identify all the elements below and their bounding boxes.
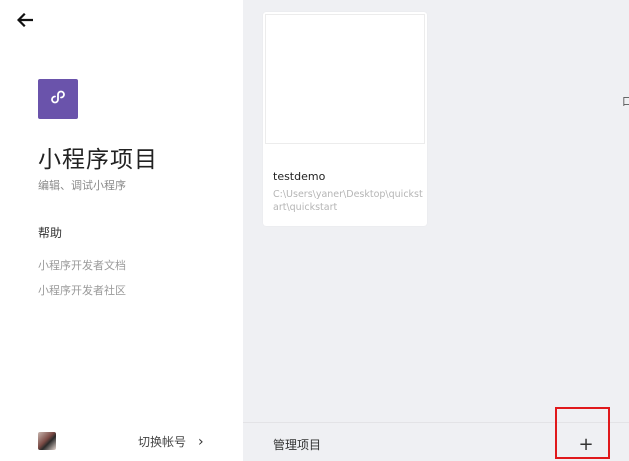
help-link-docs[interactable]: 小程序开发者文档 — [38, 257, 126, 273]
chevron-right-icon: › — [198, 433, 204, 450]
help-heading: 帮助 — [38, 226, 63, 240]
app-logo — [38, 79, 78, 119]
back-button[interactable] — [14, 10, 36, 32]
mini-program-link-icon — [48, 87, 68, 111]
page-title: 小程序项目 — [38, 147, 158, 173]
plus-icon: + — [578, 433, 594, 455]
sidebar: 小程序项目 编辑、调试小程序 帮助 小程序开发者文档 小程序开发者社区 切换帐号… — [0, 0, 243, 461]
switch-account-button[interactable]: 切换帐号 › — [138, 433, 204, 450]
edge-glyph: 口 — [622, 95, 629, 108]
page-subtitle: 编辑、调试小程序 — [38, 179, 126, 192]
arrow-left-icon — [16, 12, 34, 31]
project-path: C:\Users\yaner\Desktop\quickstart\quicks… — [273, 189, 423, 213]
help-link-community[interactable]: 小程序开发者社区 — [38, 282, 126, 298]
add-project-button[interactable]: + — [575, 433, 597, 455]
avatar[interactable] — [38, 432, 56, 450]
project-name: testdemo — [273, 170, 326, 183]
project-thumbnail — [265, 14, 425, 144]
switch-account-label: 切换帐号 — [138, 435, 187, 449]
project-card[interactable]: testdemo C:\Users\yaner\Desktop\quicksta… — [263, 12, 427, 226]
manage-projects-button[interactable]: 管理项目 — [273, 436, 321, 453]
